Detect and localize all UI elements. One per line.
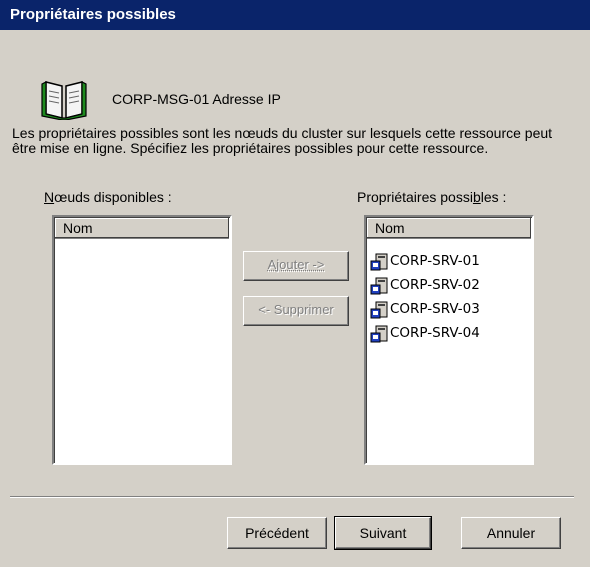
remove-button-label: <- Supprimer xyxy=(258,302,334,317)
add-button[interactable]: Ajouter -> xyxy=(243,251,349,281)
next-button[interactable]: Suivant xyxy=(334,516,432,550)
footer-separator xyxy=(10,496,574,498)
back-button[interactable]: Précédent xyxy=(227,517,327,549)
title-bar: Propriétaires possibles xyxy=(0,0,590,30)
possible-owners-label-pre: Propriétaires possi xyxy=(357,189,473,205)
back-button-label: Précédent xyxy=(245,525,309,541)
possible-owners-label-post: les : xyxy=(480,189,507,205)
available-nodes-label: Nœuds disponibles : xyxy=(44,189,172,205)
owners-column-header[interactable]: Nom xyxy=(367,218,531,239)
description-text: Les propriétaires possibles sont les nœu… xyxy=(12,125,553,156)
remove-button[interactable]: <- Supprimer xyxy=(243,296,349,326)
available-nodes-label-text: œuds disponibles : xyxy=(54,189,172,205)
server-icon xyxy=(370,301,388,319)
owner-node-name: CORP-SRV-02 xyxy=(390,277,480,293)
available-nodes-list[interactable]: Nom xyxy=(52,215,232,465)
add-button-label: Ajouter -> xyxy=(267,257,325,272)
server-icon xyxy=(370,253,388,271)
window-title: Propriétaires possibles xyxy=(10,6,176,23)
owner-node-name: CORP-SRV-03 xyxy=(390,301,480,317)
book-icon xyxy=(41,81,87,120)
resource-name: CORP-MSG-01 Adresse IP xyxy=(112,91,281,107)
available-column-name: Nom xyxy=(63,220,93,236)
owners-column-name: Nom xyxy=(375,220,405,236)
available-column-header[interactable]: Nom xyxy=(55,218,229,239)
possible-owners-list[interactable]: Nom CORP-SRV-01 CORP-SRV-02 CORP-SRV-03 … xyxy=(364,215,534,465)
cancel-button[interactable]: Annuler xyxy=(461,517,561,549)
server-icon xyxy=(370,277,388,295)
next-button-label: Suivant xyxy=(359,525,407,541)
cancel-button-label: Annuler xyxy=(486,525,536,541)
possible-owners-label: Propriétaires possibles : xyxy=(357,189,506,205)
owner-node-name: CORP-SRV-04 xyxy=(390,325,480,341)
owner-node-name: CORP-SRV-01 xyxy=(390,253,480,269)
possible-owners-mnemonic: b xyxy=(472,189,481,205)
server-icon xyxy=(370,325,388,343)
available-nodes-mnemonic: N xyxy=(44,189,55,205)
